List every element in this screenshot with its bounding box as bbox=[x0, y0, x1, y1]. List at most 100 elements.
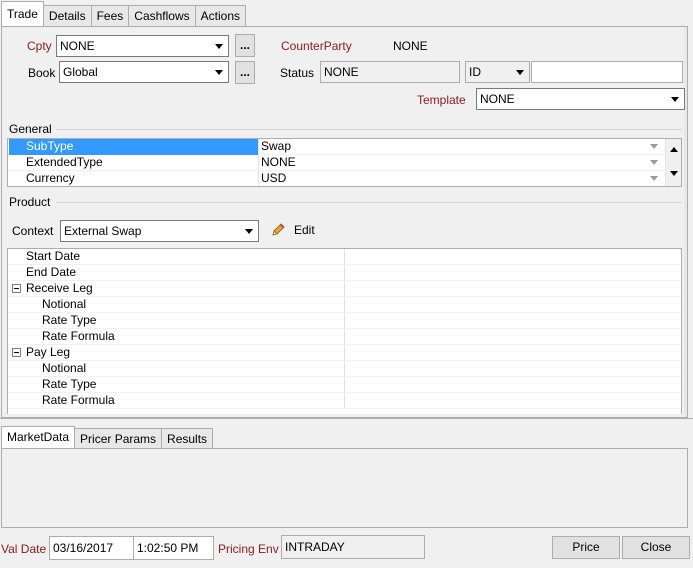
grid-column-divider bbox=[344, 281, 345, 296]
id-type-select[interactable]: ID bbox=[465, 61, 530, 83]
price-button[interactable]: Price bbox=[552, 536, 620, 559]
tab-actions[interactable]: Actions bbox=[194, 5, 246, 26]
panel-splitter[interactable] bbox=[0, 418, 693, 422]
pencil-icon bbox=[272, 223, 285, 236]
grid-column-divider bbox=[344, 297, 345, 312]
tree-row[interactable]: End Date bbox=[8, 265, 681, 281]
tab-trade[interactable]: Trade bbox=[1, 1, 44, 26]
tree-row[interactable]: Rate Type bbox=[8, 377, 681, 393]
marketdata-panel bbox=[1, 448, 688, 528]
scroll-up-icon[interactable] bbox=[670, 147, 678, 152]
tree-row-label: Notional bbox=[42, 297, 87, 311]
book-label: Book bbox=[28, 66, 56, 80]
counterparty-value: NONE bbox=[393, 39, 428, 53]
tree-row-label: Rate Type bbox=[42, 313, 97, 327]
tree-row-label: Rate Formula bbox=[42, 329, 115, 343]
tree-row-label: Rate Type bbox=[42, 377, 97, 391]
tab-fees[interactable]: Fees bbox=[90, 5, 130, 26]
main-scrollbar-track[interactable] bbox=[684, 27, 687, 417]
tree-row-value[interactable] bbox=[348, 393, 678, 409]
general-section-title: General bbox=[9, 122, 52, 136]
book-select[interactable]: Global bbox=[59, 61, 229, 83]
grid-column-divider bbox=[344, 265, 345, 280]
tab-cashflows[interactable]: Cashflows bbox=[128, 5, 196, 26]
tab-marketdata[interactable]: MarketData bbox=[1, 426, 76, 448]
cpty-select-value: NONE bbox=[60, 39, 95, 53]
val-date-input[interactable]: 03/16/2017 bbox=[49, 536, 134, 560]
product-grid: Start Date End Date Receive Leg Notional Rat… bbox=[7, 248, 682, 414]
product-section-divider bbox=[56, 202, 682, 203]
grid-row-subtype[interactable]: SubType Swap bbox=[8, 139, 681, 155]
book-more-button[interactable]: ... bbox=[235, 61, 255, 84]
grid-row-label: Currency bbox=[26, 171, 75, 185]
tree-row-value[interactable] bbox=[348, 249, 678, 265]
tree-row-label: Notional bbox=[42, 361, 87, 375]
grid-column-divider bbox=[258, 155, 259, 170]
grid-row-extendedtype[interactable]: ExtendedType NONE bbox=[8, 155, 681, 171]
cpty-more-button[interactable]: ... bbox=[235, 34, 255, 57]
cpty-label: Cpty bbox=[27, 39, 52, 53]
template-label: Template bbox=[417, 93, 466, 107]
template-select[interactable]: NONE bbox=[476, 88, 685, 110]
grid-column-divider bbox=[344, 313, 345, 328]
chevron-down-icon bbox=[671, 97, 679, 102]
tab-pricer-params[interactable]: Pricer Params bbox=[74, 428, 163, 449]
collapse-icon[interactable] bbox=[12, 348, 21, 357]
chevron-down-icon[interactable] bbox=[650, 160, 658, 165]
tree-row[interactable]: Rate Formula bbox=[8, 329, 681, 345]
id-type-value: ID bbox=[469, 65, 481, 79]
edit-button-label: Edit bbox=[294, 223, 315, 237]
tree-row-label: Rate Formula bbox=[42, 393, 115, 407]
template-select-value: NONE bbox=[480, 92, 515, 106]
tree-row-label: Receive Leg bbox=[26, 281, 93, 295]
tree-row-value[interactable] bbox=[348, 345, 678, 361]
tree-group-row[interactable]: Pay Leg bbox=[8, 345, 681, 361]
scroll-down-icon[interactable] bbox=[670, 171, 678, 176]
general-grid: SubType Swap ExtendedType NONE Currency … bbox=[7, 138, 682, 187]
grid-row-value: NONE bbox=[261, 155, 296, 169]
tree-row-value[interactable] bbox=[348, 265, 678, 281]
status-label: Status bbox=[280, 66, 315, 80]
tree-row-value[interactable] bbox=[348, 377, 678, 393]
val-time-input[interactable]: 1:02:50 PM bbox=[133, 536, 214, 560]
tree-row[interactable]: Rate Type bbox=[8, 313, 681, 329]
tab-details[interactable]: Details bbox=[42, 5, 92, 26]
tree-row[interactable]: Start Date bbox=[8, 249, 681, 265]
chevron-down-icon bbox=[215, 44, 223, 49]
grid-column-divider bbox=[344, 329, 345, 344]
tree-row-value[interactable] bbox=[348, 361, 678, 377]
tree-row-value[interactable] bbox=[348, 281, 678, 297]
tree-row-value[interactable] bbox=[348, 329, 678, 345]
cpty-select[interactable]: NONE bbox=[56, 35, 229, 57]
general-grid-scrollbar[interactable] bbox=[665, 139, 681, 186]
close-button[interactable]: Close bbox=[622, 536, 690, 559]
id-input[interactable] bbox=[531, 61, 683, 83]
chevron-down-icon bbox=[516, 70, 524, 75]
collapse-icon[interactable] bbox=[12, 284, 21, 293]
grid-row-label: SubType bbox=[26, 139, 74, 153]
tree-row-label: Start Date bbox=[26, 249, 81, 263]
grid-row-value: Swap bbox=[261, 139, 292, 153]
grid-column-divider bbox=[344, 361, 345, 376]
tree-row-label: End Date bbox=[26, 265, 77, 279]
grid-column-divider bbox=[344, 377, 345, 392]
chevron-down-icon[interactable] bbox=[650, 176, 658, 181]
grid-row-currency[interactable]: Currency USD bbox=[8, 171, 681, 186]
tree-row-value[interactable] bbox=[348, 313, 678, 329]
tree-row[interactable]: Notional bbox=[8, 361, 681, 377]
context-select[interactable]: External Swap bbox=[60, 220, 259, 242]
tree-row[interactable]: Rate Formula bbox=[8, 393, 681, 409]
context-select-value: External Swap bbox=[64, 224, 142, 238]
context-label: Context bbox=[12, 224, 54, 238]
tree-row-value[interactable] bbox=[348, 297, 678, 313]
grid-column-divider bbox=[344, 393, 345, 408]
grid-column-divider bbox=[258, 139, 259, 154]
chevron-down-icon[interactable] bbox=[650, 144, 658, 149]
tree-group-row[interactable]: Receive Leg bbox=[8, 281, 681, 297]
tree-row[interactable]: Notional bbox=[8, 297, 681, 313]
edit-button[interactable]: Edit bbox=[270, 220, 320, 242]
tab-results[interactable]: Results bbox=[161, 428, 214, 449]
book-select-value: Global bbox=[63, 65, 98, 79]
product-section-title: Product bbox=[9, 195, 51, 209]
grid-row-label: ExtendedType bbox=[26, 155, 103, 169]
